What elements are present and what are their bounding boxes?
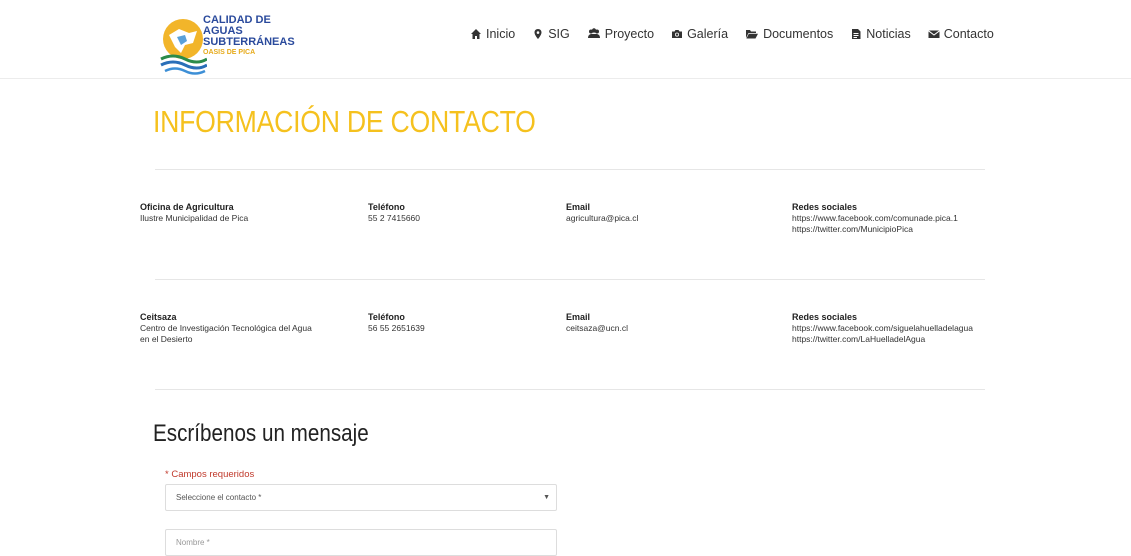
contact-facebook-link[interactable]: https://www.facebook.com/siguelahuellade… [792, 323, 973, 334]
dropdown-caret-icon: ▼ [543, 494, 550, 501]
contact-org-value-line2: en el Desierto [140, 334, 193, 344]
logo-text: CALIDAD DE AGUAS SUBTERRÁNEAS OASIS DE P… [203, 15, 295, 57]
contact-twitter-link[interactable]: https://twitter.com/LaHuelladelAgua [792, 334, 973, 345]
logo-line-1: CALIDAD DE AGUAS [203, 14, 271, 37]
nav-item-galeria[interactable]: Galería [671, 25, 728, 43]
nav-item-documentos[interactable]: Documentos [745, 25, 833, 43]
contact-email: Email agricultura@pica.cl [566, 202, 638, 224]
required-fields-note: * Campos requeridos [165, 469, 255, 480]
main-nav: Inicio SIG Proyecto Galería Documentos N… [470, 25, 1011, 43]
contact-org-value: Ilustre Municipalidad de Pica [140, 213, 249, 223]
form-title: Escríbenos un mensaje [153, 420, 369, 447]
nav-item-proyecto[interactable]: Proyecto [587, 25, 654, 43]
contact-email: Email ceitsaza@ucn.cl [566, 312, 628, 334]
contact-org: Ceitsaza Centro de Investigación Tecnoló… [140, 312, 312, 345]
contact-social-label: Redes sociales [792, 202, 858, 212]
home-icon [471, 29, 481, 39]
contact-email-link[interactable]: ceitsaza@ucn.cl [566, 323, 628, 334]
contact-select[interactable]: Seleccione el contacto * ▼ [165, 484, 557, 511]
contact-org-value: Centro de Investigación Tecnológica del … [140, 323, 312, 333]
contact-phone: Teléfono 55 2 7415660 [368, 202, 420, 224]
logo-emblem-icon [160, 19, 207, 75]
contact-phone-label: Teléfono [368, 312, 405, 322]
newspaper-icon [852, 29, 861, 39]
contact-select-value: Seleccione el contacto * [176, 493, 262, 502]
nav-label: Noticias [866, 27, 911, 41]
divider [155, 279, 985, 280]
camera-icon [672, 30, 683, 38]
folder-open-icon [746, 30, 759, 39]
site-logo[interactable]: CALIDAD DE AGUAS SUBTERRÁNEAS OASIS DE P… [159, 15, 295, 75]
nav-label: Proyecto [604, 27, 655, 41]
site-header: CALIDAD DE AGUAS SUBTERRÁNEAS OASIS DE P… [0, 0, 1131, 79]
logo-line-3: OASIS DE PICA [203, 49, 256, 56]
nav-label: Inicio [486, 27, 516, 41]
contact-phone-label: Teléfono [368, 202, 405, 212]
contact-org: Oficina de Agricultura Ilustre Municipal… [140, 202, 248, 224]
contact-org-label: Oficina de Agricultura [140, 202, 234, 212]
contact-email-link[interactable]: agricultura@pica.cl [566, 213, 638, 224]
envelope-icon [927, 30, 940, 38]
nav-label: SIG [548, 27, 570, 41]
contact-phone-value: 56 55 2651639 [368, 323, 425, 333]
nav-item-sig[interactable]: SIG [532, 25, 570, 43]
contact-phone: Teléfono 56 55 2651639 [368, 312, 425, 334]
contact-twitter-link[interactable]: https://twitter.com/MunicipioPica [792, 224, 958, 235]
contact-social-label: Redes sociales [792, 312, 858, 322]
nav-label: Documentos [763, 27, 834, 41]
divider [155, 389, 985, 390]
contact-social: Redes sociales https://www.facebook.com/… [792, 312, 973, 345]
nav-label: Galería [687, 27, 729, 41]
contact-phone-value: 55 2 7415660 [368, 213, 420, 223]
nav-label: Contacto [943, 27, 994, 41]
contact-facebook-link[interactable]: https://www.facebook.com/comunade.pica.1 [792, 213, 958, 224]
contact-email-label: Email [566, 312, 591, 322]
nav-item-noticias[interactable]: Noticias [850, 25, 911, 43]
logo-line-2: SUBTERRÁNEAS [203, 36, 295, 48]
nav-item-inicio[interactable]: Inicio [470, 25, 515, 43]
users-icon [587, 28, 600, 38]
name-input[interactable] [165, 529, 557, 556]
page-title: INFORMACIÓN DE CONTACTO [153, 104, 536, 139]
divider [155, 169, 985, 170]
map-marker-icon [534, 29, 542, 39]
contact-email-label: Email [566, 202, 591, 212]
nav-item-contacto[interactable]: Contacto [927, 25, 994, 43]
contact-org-label: Ceitsaza [140, 312, 177, 322]
contact-social: Redes sociales https://www.facebook.com/… [792, 202, 958, 235]
